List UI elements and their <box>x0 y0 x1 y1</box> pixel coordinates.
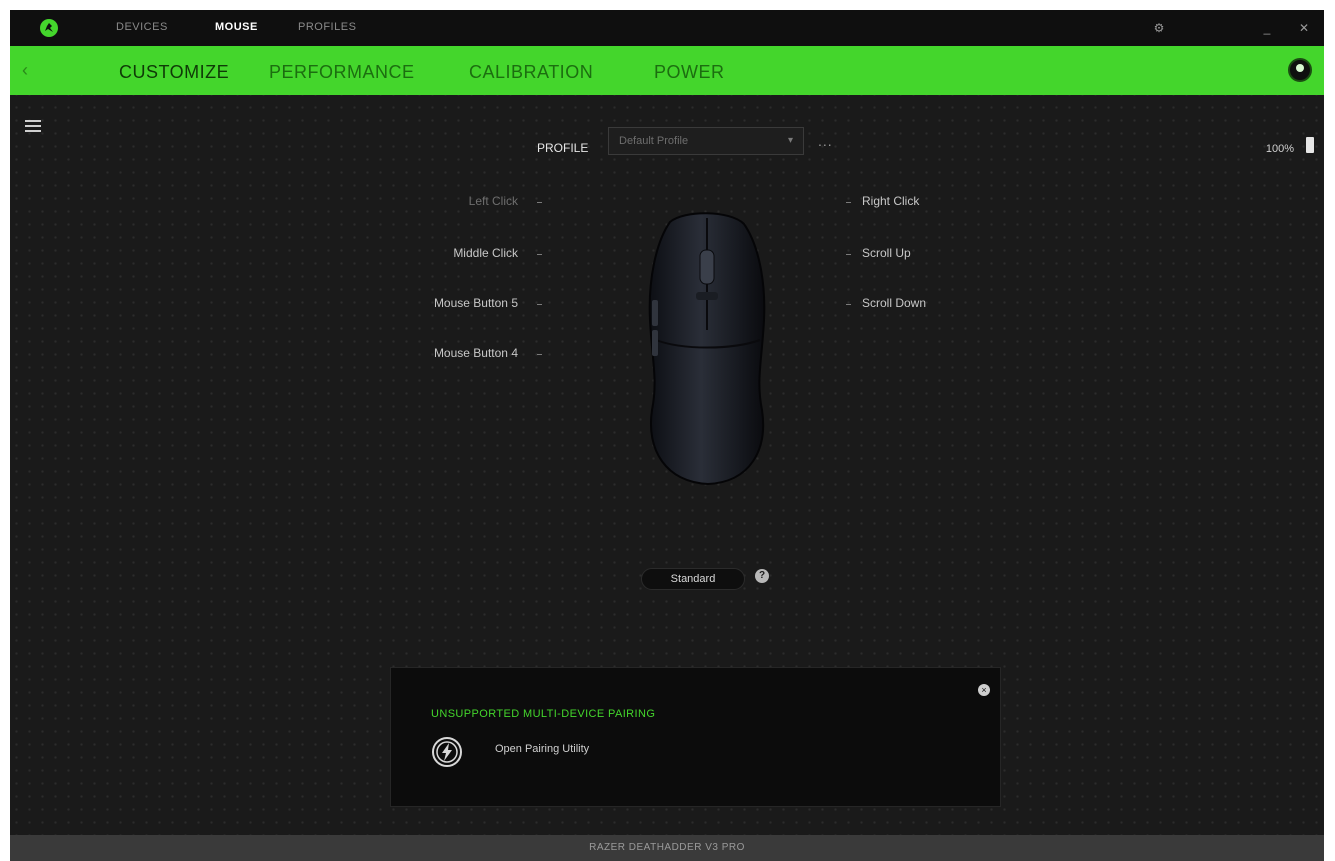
battery-icon <box>1306 137 1314 153</box>
right-click-connector <box>846 202 851 203</box>
profile-dropdown[interactable]: Default Profile ▾ <box>608 127 804 155</box>
left-click-connector <box>537 202 542 203</box>
button-label-scroll-down[interactable]: Scroll Down <box>862 296 926 310</box>
standard-mode-toggle[interactable]: Standard <box>641 568 745 590</box>
scroll-down-connector <box>846 304 851 305</box>
mouse-button-5-connector <box>537 304 542 305</box>
gear-icon[interactable]: ⚙ <box>1151 20 1167 36</box>
user-profile-icon[interactable] <box>1288 58 1312 82</box>
tab-performance[interactable]: PERFORMANCE <box>269 62 415 83</box>
open-pairing-utility-link[interactable]: Open Pairing Utility <box>495 743 589 755</box>
minimize-icon[interactable]: _ <box>1259 20 1275 36</box>
lightning-pairing-icon[interactable] <box>431 736 463 768</box>
button-label-scroll-up[interactable]: Scroll Up <box>862 246 911 260</box>
hamburger-menu-icon[interactable] <box>25 120 41 132</box>
back-arrow-icon[interactable]: ‹ <box>22 60 28 81</box>
razer-synapse-window: DEVICES MOUSE PROFILES ⚙ _ ✕ ‹ CUSTOMIZE… <box>10 10 1324 861</box>
tab-profiles[interactable]: PROFILES <box>298 21 356 33</box>
profile-dropdown-value: Default Profile <box>619 135 689 147</box>
device-status-bar: RAZER DEATHADDER V3 PRO <box>10 835 1324 861</box>
title-bar: DEVICES MOUSE PROFILES ⚙ _ ✕ <box>10 10 1324 46</box>
multi-device-pairing-card: × UNSUPPORTED MULTI-DEVICE PAIRING Open … <box>390 667 1001 807</box>
razer-logo-icon[interactable] <box>40 19 58 37</box>
tab-power[interactable]: POWER <box>654 62 725 83</box>
close-icon[interactable]: × <box>978 684 990 696</box>
button-label-left-click[interactable]: Left Click <box>368 194 518 208</box>
close-icon[interactable]: ✕ <box>1296 20 1312 36</box>
scroll-up-connector <box>846 254 851 255</box>
more-options-button[interactable]: ... <box>818 133 833 149</box>
button-label-right-click[interactable]: Right Click <box>862 194 919 208</box>
card-title: UNSUPPORTED MULTI-DEVICE PAIRING <box>431 708 656 720</box>
button-label-mouse-button-4[interactable]: Mouse Button 4 <box>368 346 518 360</box>
sub-navigation-bar: ‹ CUSTOMIZE PERFORMANCE CALIBRATION POWE… <box>10 46 1324 95</box>
help-icon[interactable]: ? <box>755 569 769 583</box>
tab-customize[interactable]: CUSTOMIZE <box>119 62 229 83</box>
tab-devices[interactable]: DEVICES <box>116 21 168 33</box>
mouse-illustration <box>632 210 782 490</box>
middle-click-connector <box>537 254 542 255</box>
tab-mouse[interactable]: MOUSE <box>215 21 258 33</box>
button-label-mouse-button-5[interactable]: Mouse Button 5 <box>368 296 518 310</box>
battery-percentage: 100% <box>1265 143 1294 155</box>
tab-calibration[interactable]: CALIBRATION <box>469 62 593 83</box>
mouse-button-4-connector <box>537 354 542 355</box>
profile-label: PROFILE <box>537 141 589 155</box>
button-label-middle-click[interactable]: Middle Click <box>368 246 518 260</box>
device-name: RAZER DEATHADDER V3 PRO <box>589 842 745 853</box>
chevron-down-icon: ▾ <box>787 135 793 146</box>
standard-mode-label: Standard <box>670 573 716 585</box>
